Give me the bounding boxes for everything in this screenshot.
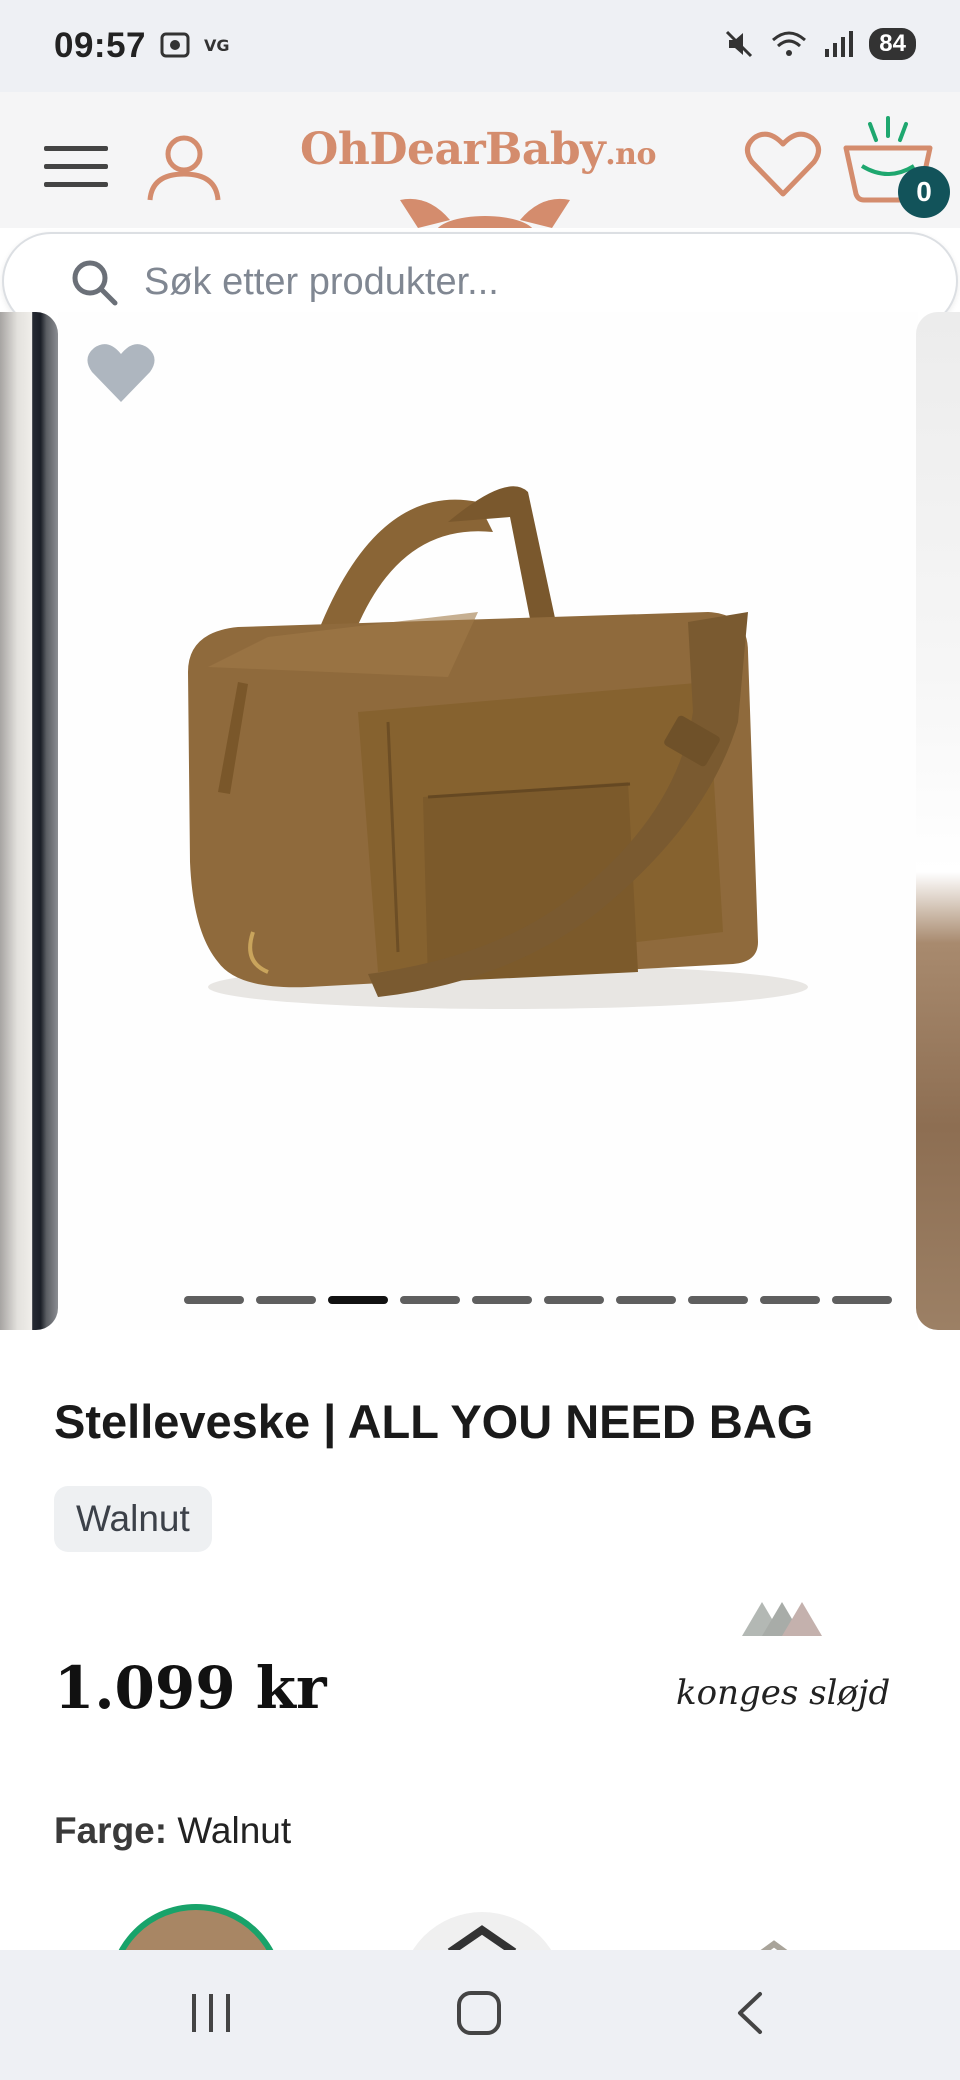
carousel-pagination xyxy=(184,1296,892,1304)
product-image[interactable] xyxy=(58,312,918,1330)
search-icon[interactable] xyxy=(70,258,120,308)
screenshot-icon xyxy=(160,32,190,58)
carousel-dot[interactable] xyxy=(760,1296,820,1304)
product-price: 1.099 kr xyxy=(54,1654,327,1722)
home-icon[interactable] xyxy=(456,1990,502,2036)
wifi-icon xyxy=(772,31,807,56)
wishlist-icon[interactable] xyxy=(744,130,822,200)
bag-illustration xyxy=(188,486,808,1009)
previous-slide-peek[interactable] xyxy=(0,312,58,1330)
logo-text: OhDearBaby xyxy=(300,124,606,175)
battery-indicator: 84 xyxy=(869,28,916,60)
svg-text:VG: VG xyxy=(204,36,230,55)
brand-logo-text: konges sløjd xyxy=(676,1673,890,1713)
color-selector-label: Farge: Walnut xyxy=(54,1810,291,1852)
carousel-dot[interactable] xyxy=(328,1296,388,1304)
status-time: 09:57 xyxy=(54,26,147,65)
site-header: OhDearBaby.no xyxy=(0,92,960,228)
color-label-key: Farge: xyxy=(54,1810,168,1851)
carousel-dot[interactable] xyxy=(688,1296,748,1304)
carousel-dot[interactable] xyxy=(544,1296,604,1304)
logo-suffix: .no xyxy=(605,137,656,172)
vg-icon: VG xyxy=(204,36,230,55)
system-navigation-bar xyxy=(0,1950,960,2080)
carousel-dot[interactable] xyxy=(472,1296,532,1304)
back-icon[interactable] xyxy=(728,1990,774,2036)
brand-logo[interactable]: konges sløjd xyxy=(674,1594,900,1749)
search-input[interactable] xyxy=(144,252,904,312)
color-label-value: Walnut xyxy=(177,1810,292,1851)
account-icon[interactable] xyxy=(144,132,224,202)
carousel-dot[interactable] xyxy=(184,1296,244,1304)
cart-count-badge: 0 xyxy=(898,166,950,218)
next-slide-peek[interactable] xyxy=(916,312,960,1330)
logo-mascot-icon xyxy=(400,198,570,228)
carousel-dot[interactable] xyxy=(832,1296,892,1304)
menu-icon[interactable] xyxy=(44,144,110,190)
signal-icon xyxy=(825,31,854,57)
carousel-dot[interactable] xyxy=(400,1296,460,1304)
product-image-carousel[interactable] xyxy=(0,312,960,1330)
variant-chip[interactable]: Walnut xyxy=(54,1486,212,1552)
site-logo[interactable]: OhDearBaby.no xyxy=(300,124,656,175)
status-bar: 09:57 VG 84 xyxy=(0,0,960,92)
carousel-dot[interactable] xyxy=(616,1296,676,1304)
product-title: Stelleveske | ALL YOU NEED BAG xyxy=(54,1395,814,1448)
favorite-heart-icon[interactable] xyxy=(86,342,156,404)
recent-apps-icon[interactable] xyxy=(188,1990,234,2036)
mute-icon xyxy=(726,30,753,58)
carousel-dot[interactable] xyxy=(256,1296,316,1304)
